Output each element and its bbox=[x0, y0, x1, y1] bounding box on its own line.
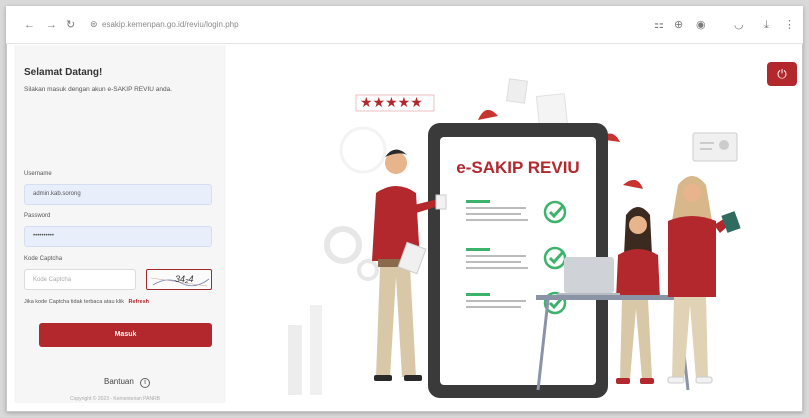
menu-icon[interactable]: ⋮ bbox=[784, 19, 795, 31]
standing-woman-figure bbox=[667, 176, 741, 384]
refresh-link[interactable]: Refresh bbox=[129, 299, 149, 305]
captcha-image: 34₂4 bbox=[146, 269, 212, 290]
login-subtitle: Silakan masuk dengan akun e-SAKIP REVIU … bbox=[24, 86, 173, 93]
refresh-hint: Jika kode Captcha tidak terbaca atau kli… bbox=[24, 299, 124, 305]
bookmark-icon[interactable]: ◉ bbox=[696, 19, 706, 31]
username-label: Username bbox=[24, 171, 52, 177]
captcha-input[interactable]: Kode Captcha bbox=[24, 269, 136, 290]
browser-toolbar: ← → ↻ ⊜ esakip.kemenpan.go.id/reviu/logi… bbox=[6, 6, 803, 44]
power-icon: ⏻ bbox=[777, 67, 787, 81]
password-label: Password bbox=[24, 213, 51, 219]
captcha-label: Kode Captcha bbox=[24, 256, 63, 262]
site-info-icon[interactable]: ⊜ bbox=[90, 19, 98, 30]
hero-illustration: ★★★★★ e-SAKIP REVIU bbox=[288, 78, 741, 398]
captcha-placeholder: Kode Captcha bbox=[33, 277, 72, 283]
address-bar[interactable]: ⊜ esakip.kemenpan.go.id/reviu/login.php bbox=[88, 18, 708, 33]
board-title: e-SAKIP REVIU bbox=[456, 158, 579, 177]
login-button[interactable]: Masuk bbox=[39, 323, 212, 347]
help-link[interactable]: Bantuan i bbox=[104, 377, 151, 388]
username-field[interactable]: admin.kab.sorong bbox=[24, 184, 212, 205]
refresh-icon[interactable]: ↻ bbox=[66, 19, 75, 31]
power-button[interactable]: ⏻ bbox=[767, 62, 797, 86]
zoom-icon[interactable]: ⊕ bbox=[674, 19, 683, 31]
forward-icon[interactable]: → bbox=[46, 19, 57, 31]
password-field[interactable]: •••••••••• bbox=[24, 226, 212, 247]
rating-stars: ★★★★★ bbox=[360, 95, 423, 111]
id-card-icon bbox=[692, 132, 738, 162]
address-url: esakip.kemenpan.go.id/reviu/login.php bbox=[102, 20, 239, 29]
help-icon: i bbox=[140, 378, 151, 388]
footer-copyright: Copyright © 2023 - Kementerian PANRB bbox=[70, 396, 161, 402]
captcha-refresh-row: Jika kode Captcha tidak terbaca atau kli… bbox=[24, 299, 149, 305]
profile-icon[interactable]: ◡ bbox=[734, 19, 744, 31]
background-gears-icon bbox=[288, 126, 387, 395]
login-title: Selamat Datang! bbox=[24, 67, 103, 78]
help-label: Bantuan bbox=[104, 377, 134, 386]
login-panel bbox=[14, 45, 226, 403]
username-value: admin.kab.sorong bbox=[33, 191, 81, 197]
back-icon[interactable]: ← bbox=[24, 19, 35, 31]
password-value: •••••••••• bbox=[33, 233, 55, 239]
extensions-icon[interactable]: ⚏ bbox=[654, 19, 664, 31]
download-icon[interactable]: ⤓ bbox=[764, 19, 769, 31]
captcha-text: 34₂4 bbox=[175, 274, 194, 284]
